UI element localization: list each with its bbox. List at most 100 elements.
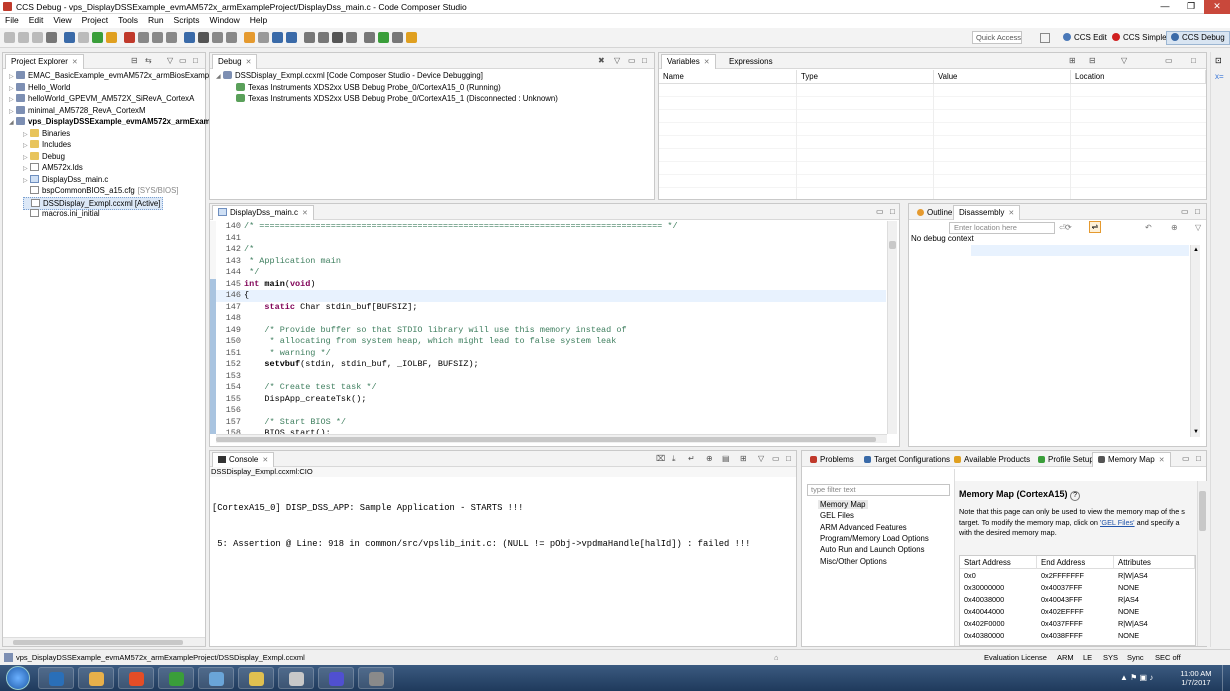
build-icon[interactable] xyxy=(78,32,89,43)
column-value[interactable]: Value xyxy=(934,70,1071,83)
close-icon[interactable]: ✕ xyxy=(704,59,710,66)
help-icon[interactable]: ? xyxy=(1070,491,1081,501)
remove-launch-icon[interactable]: ✖ xyxy=(598,56,605,65)
menu-project[interactable]: Project xyxy=(77,14,113,27)
nav-item[interactable]: Program/Memory Load Options xyxy=(820,534,929,543)
tab-expressions[interactable]: Expressions xyxy=(723,54,779,69)
tree-item[interactable]: macros.ini_initial xyxy=(23,208,100,219)
search-icon[interactable] xyxy=(286,32,297,43)
gel-files-link[interactable]: 'GEL Files' xyxy=(1100,518,1135,527)
forward-icon[interactable] xyxy=(364,32,375,43)
terminate-icon[interactable] xyxy=(124,32,135,43)
minimize-view-icon[interactable]: ▭ xyxy=(179,56,187,65)
taskbar-app[interactable] xyxy=(278,667,314,689)
taskbar-app[interactable] xyxy=(118,667,154,689)
twisty-icon[interactable]: ◢ xyxy=(9,118,16,129)
restore-icon[interactable]: ⊡ xyxy=(1215,56,1222,65)
memory-map-scrollbar[interactable] xyxy=(1197,481,1207,646)
profile-icon[interactable] xyxy=(392,32,403,43)
close-icon[interactable]: ✕ xyxy=(1008,210,1014,217)
debug-tree-item[interactable]: Texas Instruments XDS2xx USB Debug Probe… xyxy=(236,93,558,104)
close-icon[interactable]: ✕ xyxy=(72,59,78,66)
run-icon[interactable] xyxy=(378,32,389,43)
view-menu-icon[interactable]: ▽ xyxy=(167,56,173,65)
resume-icon[interactable] xyxy=(92,32,103,43)
breakpoint-icon[interactable] xyxy=(244,32,255,43)
menu-edit[interactable]: Edit xyxy=(24,14,49,27)
tab-profile-setup[interactable]: Profile Setup xyxy=(1032,452,1100,467)
console-output[interactable]: [CortexA15_0] DISP_DSS_APP: Sample Appli… xyxy=(212,478,796,574)
minimize-view-icon[interactable]: ▭ xyxy=(772,454,780,463)
step-return-icon[interactable] xyxy=(166,32,177,43)
step-over-icon[interactable] xyxy=(152,32,163,43)
toggle-hw-icon[interactable] xyxy=(258,32,269,43)
taskbar-app[interactable] xyxy=(38,667,74,689)
menu-window[interactable]: Window xyxy=(205,14,245,27)
tab-memory-map[interactable]: Memory Map ✕ xyxy=(1092,452,1171,467)
editor-horizontal-scrollbar[interactable] xyxy=(216,434,887,443)
show-desktop-button[interactable] xyxy=(1222,665,1230,691)
step-into-icon[interactable] xyxy=(138,32,149,43)
menu-run[interactable]: Run xyxy=(143,14,169,27)
scroll-lock-icon[interactable]: ⤓ xyxy=(672,454,676,464)
tab-editor-file[interactable]: DisplayDss_main.c ✕ xyxy=(212,205,314,220)
column-name[interactable]: Name xyxy=(659,70,797,83)
nav-item[interactable]: Misc/Other Options xyxy=(820,557,887,566)
code-editor[interactable]: 140/* ==================================… xyxy=(216,221,886,434)
maximize-button[interactable]: ❐ xyxy=(1178,0,1204,14)
maximize-view-icon[interactable]: □ xyxy=(1196,454,1201,463)
column-location[interactable]: Location xyxy=(1071,70,1206,83)
pin-icon[interactable]: ⊕ xyxy=(1171,223,1178,232)
table-row[interactable]: 0x402F0000 0x4037FFFF R|W|AS4 xyxy=(960,618,1195,630)
clear-console-icon[interactable]: ⌧ xyxy=(656,454,665,463)
quick-access-input[interactable]: Quick Access xyxy=(972,31,1022,44)
tab-outline[interactable]: Outline xyxy=(911,205,958,220)
maximize-view-icon[interactable]: □ xyxy=(890,207,895,216)
print-icon[interactable] xyxy=(46,32,57,43)
arm-status[interactable]: ARM xyxy=(1057,652,1074,663)
open-element-icon[interactable] xyxy=(318,32,329,43)
sys-status[interactable]: SYS xyxy=(1103,652,1118,663)
back-icon[interactable]: ↶ xyxy=(1145,223,1152,232)
view-menu-icon[interactable]: ▽ xyxy=(614,56,620,65)
menu-file[interactable]: File xyxy=(0,14,24,27)
word-wrap-icon[interactable]: ↵ xyxy=(688,454,695,463)
menu-view[interactable]: View xyxy=(48,14,76,27)
close-icon[interactable]: ✕ xyxy=(1159,457,1165,464)
close-button[interactable]: ✕ xyxy=(1204,0,1230,14)
restart-icon[interactable] xyxy=(184,32,195,43)
new-console-icon[interactable]: ⊞ xyxy=(740,454,747,463)
taskbar-app[interactable] xyxy=(198,667,234,689)
tab-variables[interactable]: Variables ✕ xyxy=(661,54,716,69)
tab-available-products[interactable]: Available Products xyxy=(948,452,1036,467)
taskbar-app[interactable] xyxy=(238,667,274,689)
tab-debug[interactable]: Debug ✕ xyxy=(212,54,258,69)
tree-item[interactable]: bspCommonBIOS_a15.cfg [SYS/BIOS] xyxy=(23,185,178,196)
memory-browser-icon[interactable] xyxy=(212,32,223,43)
nav-item[interactable]: Memory Map xyxy=(818,500,868,509)
table-row[interactable]: 0x40038000 0x40043FFF R|AS4 xyxy=(960,594,1195,606)
bookmark-icon[interactable] xyxy=(406,32,417,43)
nav-item[interactable]: ARM Advanced Features xyxy=(820,523,907,532)
perspective-ccs-debug[interactable]: CCS Debug xyxy=(1166,31,1230,45)
open-perspective-icon[interactable] xyxy=(1040,33,1050,43)
column-type[interactable]: Type xyxy=(797,70,934,83)
open-type-icon[interactable] xyxy=(304,32,315,43)
maximize-view-icon[interactable]: □ xyxy=(1195,207,1200,216)
perspective-ccs-simple[interactable]: CCS Simple xyxy=(1107,31,1172,45)
perspective-ccs-edit[interactable]: CCS Edit xyxy=(1058,31,1112,45)
location-input[interactable]: Enter location here xyxy=(949,222,1055,234)
table-row[interactable]: 0x40380000 0x4038FFFF NONE xyxy=(960,630,1195,640)
menu-tools[interactable]: Tools xyxy=(113,14,143,27)
filter-input[interactable]: type filter text xyxy=(807,484,950,496)
pin-console-icon[interactable]: ⊕ xyxy=(706,454,713,463)
save-all-icon[interactable] xyxy=(32,32,43,43)
debug-icon[interactable] xyxy=(64,32,75,43)
maximize-view-icon[interactable]: □ xyxy=(786,454,791,463)
back-icon[interactable] xyxy=(346,32,357,43)
table-row[interactable]: 0x0 0x2FFFFFFF R|W|AS4 xyxy=(960,570,1195,582)
column-header[interactable]: Start Address xyxy=(960,556,1037,569)
view-menu-icon[interactable]: ▽ xyxy=(758,454,764,463)
link-source-icon[interactable]: ⇌ xyxy=(1089,221,1101,233)
variables-icon[interactable]: x= xyxy=(1215,72,1224,81)
